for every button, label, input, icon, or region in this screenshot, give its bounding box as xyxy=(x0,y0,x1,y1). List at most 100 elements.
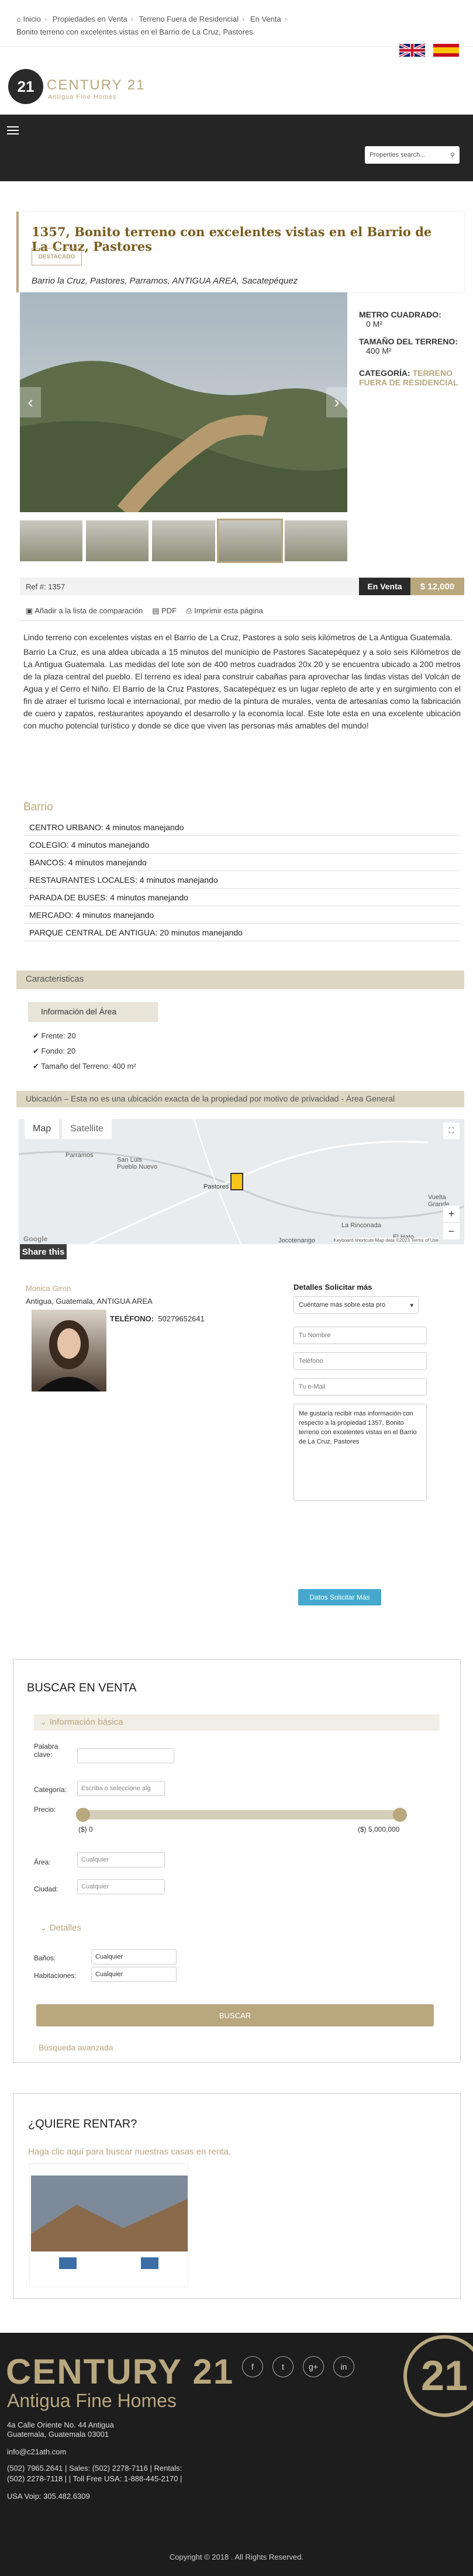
spec-label: CATEGORÍA: xyxy=(359,368,410,378)
name-field[interactable]: Tu Nombre xyxy=(294,1327,427,1344)
pdf-link[interactable]: ▤ PDF xyxy=(152,606,177,616)
menu-icon[interactable] xyxy=(7,126,19,134)
feature-item: ✔ Fondo: 20 xyxy=(33,1047,76,1055)
phone-field[interactable]: Teléfono xyxy=(294,1352,427,1370)
rent-banner[interactable] xyxy=(29,2163,188,2287)
location-map[interactable]: Map Satellite Parramos San Luis Pueblo N… xyxy=(19,1119,464,1244)
message-field[interactable]: Me gustaría recibir más información con … xyxy=(294,1404,427,1501)
photo-thumbnails xyxy=(20,519,348,563)
keyword-input[interactable] xyxy=(77,1748,174,1763)
thumbnail[interactable] xyxy=(86,520,149,561)
footer-logo: CENTURY 21 xyxy=(6,2352,234,2391)
thumbnail[interactable] xyxy=(20,520,83,561)
details-toggle[interactable]: ⌄ Detalles xyxy=(34,1920,440,1936)
check-icon: ✔ xyxy=(33,1047,42,1055)
baths-select[interactable]: Cualquier xyxy=(91,1949,177,1964)
agent-location: Antigua, Guatemala, ANTIGUA AREA xyxy=(26,1297,153,1306)
barrio-row: PARQUE CENTRAL DE ANTIGUA: 20 minutos ma… xyxy=(23,924,461,941)
footer-usa-voip: USA Voip: 305.482.6309 xyxy=(7,2492,90,2501)
linkedin-icon[interactable]: in xyxy=(333,2356,354,2377)
share-button[interactable]: Share this xyxy=(20,1244,67,1259)
zoom-out-icon[interactable]: − xyxy=(443,1223,460,1239)
search-button[interactable]: BUSCAR xyxy=(36,2004,434,2026)
advanced-search-link[interactable]: Búsqueda avanzada xyxy=(39,2043,113,2052)
area-info-tab[interactable]: Información del Área xyxy=(28,1002,158,1022)
inquiry-select[interactable]: Cuéntame más sobre esta pro ▾ xyxy=(294,1296,419,1314)
fullscreen-icon[interactable]: ⛶ xyxy=(443,1123,460,1139)
price-max-handle[interactable] xyxy=(393,1808,407,1822)
price-max: ($) 5,000,000 xyxy=(358,1825,400,1833)
rent-link[interactable]: Haga clic aquí para buscar nuestras casa… xyxy=(28,2147,231,2157)
barrio-list: CENTRO URBANO: 4 minutos manejando COLEG… xyxy=(23,819,461,941)
map-place: La Rinconada xyxy=(341,1222,381,1229)
search-heading: BUSCAR EN VENTA xyxy=(27,1681,137,1694)
price-min: ($) 0 xyxy=(78,1825,93,1833)
print-link[interactable]: ⎙ Imprimir esta página xyxy=(186,606,263,616)
price-label: Precio: xyxy=(34,1805,56,1814)
facebook-icon[interactable]: f xyxy=(242,2356,263,2377)
feature-item: ✔ Frente: 20 xyxy=(33,1031,76,1040)
zoom-in-icon[interactable]: + xyxy=(443,1206,460,1222)
pdf-icon: ▤ xyxy=(152,606,162,615)
spec-value: 400 M² xyxy=(366,346,392,355)
spain-flag-icon[interactable] xyxy=(433,42,459,58)
category-input[interactable]: Escriba o seleccione alg xyxy=(77,1781,165,1796)
search-icon[interactable]: ⚲ xyxy=(450,151,455,159)
check-icon: ✔ xyxy=(33,1031,42,1040)
compare-link[interactable]: ▣ Añadir a la lista de comparación xyxy=(26,606,143,616)
barrio-heading: Barrio xyxy=(23,801,53,813)
brand-subtitle: Antigua Fine Homes xyxy=(48,94,117,101)
description-paragraph: Lindo terreno con excelentes vistas en e… xyxy=(23,633,453,642)
prev-photo-arrow-icon[interactable]: ‹ xyxy=(20,387,41,417)
breadcrumb-item[interactable]: En Venta xyxy=(250,15,281,23)
property-search-input[interactable]: Properties search... ⚲ xyxy=(365,146,460,164)
agent-photo[interactable] xyxy=(32,1310,106,1391)
thumbnail[interactable] xyxy=(216,519,283,563)
map-tab[interactable]: Map xyxy=(25,1119,60,1139)
listing-description: Lindo terreno con excelentes vistas en e… xyxy=(23,631,461,734)
agent-name[interactable]: Monica Giron xyxy=(26,1284,71,1293)
listing-address: Barrio la Cruz, Pastores, Parramos, ANTI… xyxy=(32,276,298,286)
status-badge: En Venta xyxy=(359,578,410,595)
map-marker-icon[interactable] xyxy=(230,1173,243,1190)
send-request-button[interactable]: Datos Solicitar Más xyxy=(298,1589,381,1605)
price-min-handle[interactable] xyxy=(76,1808,90,1822)
uk-flag-icon[interactable] xyxy=(399,42,425,58)
barrio-row: PARADA DE BUSES: 4 minutos manejando xyxy=(23,889,461,906)
area-label: Área: xyxy=(34,1858,51,1866)
barrio-row: CENTRO URBANO: 4 minutos manejando xyxy=(23,819,461,836)
thumbnail[interactable] xyxy=(284,520,348,561)
email-field[interactable]: Tu e-Mail xyxy=(294,1378,427,1396)
footer-subtitle: Antigua Fine Homes xyxy=(7,2390,177,2411)
city-select[interactable]: Cualquier xyxy=(77,1879,165,1894)
area-select[interactable]: Cualquier xyxy=(77,1852,165,1867)
home-icon: ⌂ xyxy=(16,15,23,23)
breadcrumb: ⌂ Inicio › Propiedades en Venta › Terreno … xyxy=(16,15,288,36)
google-logo: Google xyxy=(23,1235,48,1243)
breadcrumb-item[interactable]: Terreno Fuera de Residencial xyxy=(139,15,239,23)
next-photo-arrow-icon[interactable]: › xyxy=(326,387,347,417)
rooms-label: Habitaciones: xyxy=(34,1971,77,1980)
property-photo[interactable] xyxy=(20,292,347,512)
thumbnail[interactable] xyxy=(152,520,215,561)
basic-info-toggle[interactable]: ⌄ Información básica xyxy=(34,1714,440,1731)
barrio-row: COLEGIO: 4 minutos manejando xyxy=(23,836,461,854)
reference-number: Ref #: 1357 xyxy=(26,582,65,591)
footer-email[interactable]: info@c21ath.com xyxy=(7,2447,66,2456)
plus-icon: ▣ xyxy=(26,606,35,615)
google-plus-icon[interactable]: g+ xyxy=(303,2356,324,2377)
price-slider[interactable] xyxy=(81,1810,401,1819)
brand-name: CENTURY 21 xyxy=(47,77,146,93)
rooms-select[interactable]: Cualquier xyxy=(91,1967,177,1982)
breadcrumb-item[interactable]: Propiedades en Venta xyxy=(53,15,127,23)
spec-value: 0 M² xyxy=(366,319,382,329)
twitter-icon[interactable]: t xyxy=(272,2356,294,2377)
print-icon: ⎙ xyxy=(186,606,195,615)
language-flags xyxy=(399,42,459,58)
agent-portrait xyxy=(37,1320,101,1391)
check-icon: ✔ xyxy=(33,1062,42,1071)
breadcrumb-item[interactable]: Inicio xyxy=(23,15,40,23)
century21-logo[interactable]: 21 xyxy=(8,69,43,104)
satellite-tab[interactable]: Satellite xyxy=(62,1119,112,1139)
search-placeholder: Properties search... xyxy=(370,151,426,158)
